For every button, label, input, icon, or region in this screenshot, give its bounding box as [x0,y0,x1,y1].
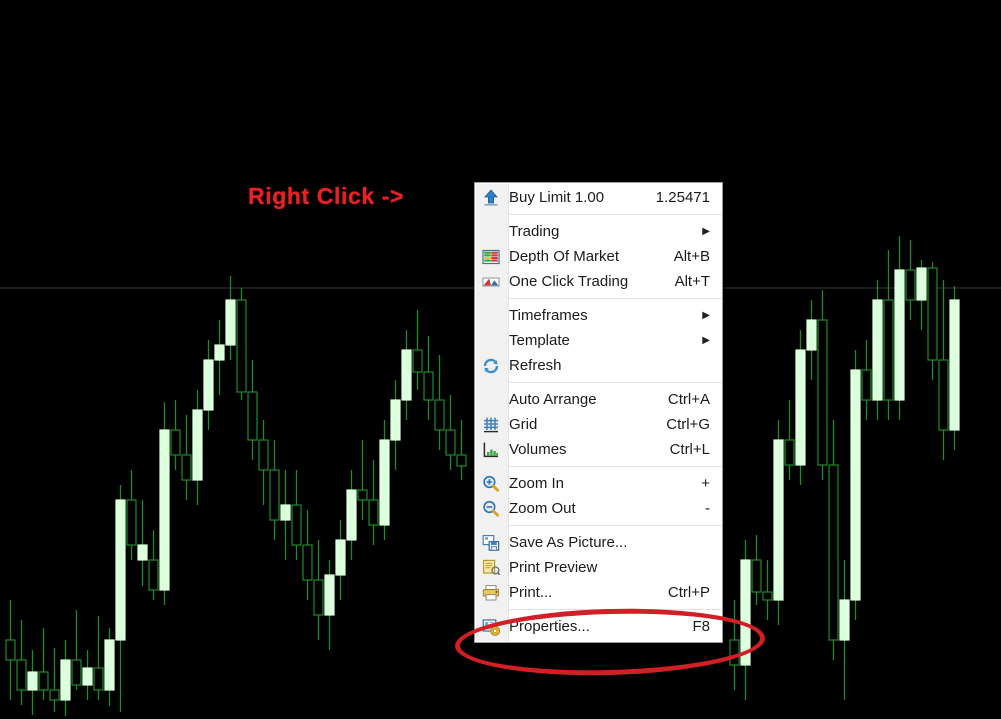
menu-item-label: Auto Arrange [509,391,597,408]
app-window: Right Click -> Buy Limit 1.00 1.25471 Trad… [0,0,1001,719]
submenu-chevron-right-icon: ▶ [702,334,710,346]
menu-item-zoom-in[interactable]: Zoom In + [475,471,722,496]
zoom-in-icon [481,474,501,494]
menu-item-accelerator: - [705,500,710,517]
menu-item-one-click-trading[interactable]: One Click Trading Alt+T [475,269,722,294]
one-click-trading-icon [481,272,501,292]
menu-item-trading[interactable]: Trading ▶ [475,219,722,244]
menu-item-properties[interactable]: Properties... F8 [475,614,722,639]
menu-item-depth-of-market[interactable]: Depth Of Market Alt+B [475,244,722,269]
menu-item-label: Depth Of Market [509,248,620,265]
menu-item-label: Template [509,332,570,349]
menu-item-grid[interactable]: Grid Ctrl+G [475,412,722,437]
menu-item-label: Save As Picture... [509,534,628,551]
zoom-out-icon [481,499,501,519]
menu-item-buy-limit-1-00[interactable]: Buy Limit 1.00 1.25471 [475,185,722,210]
menu-item-label: Volumes [509,441,567,458]
submenu-chevron-right-icon: ▶ [702,225,710,237]
right-click-annotation: Right Click -> [248,183,405,209]
menu-item-refresh[interactable]: Refresh [475,353,722,378]
properties-icon [481,617,501,637]
menu-items-container: Buy Limit 1.00 1.25471 Trading ▶ Depth Of Ma… [475,185,722,639]
menu-item-label: Refresh [509,357,562,374]
menu-item-timeframes[interactable]: Timeframes ▶ [475,303,722,328]
menu-item-save-as-picture[interactable]: Save As Picture... [475,530,722,555]
menu-separator [508,382,722,383]
menu-item-label: Zoom Out [509,500,576,517]
refresh-icon [481,356,501,376]
menu-item-label: Trading [509,223,560,240]
menu-separator [508,466,722,467]
menu-item-print-preview[interactable]: Print Preview [475,555,722,580]
menu-separator [508,525,722,526]
menu-item-label: Print Preview [509,559,598,576]
menu-item-label: Properties... [509,618,590,635]
menu-item-zoom-out[interactable]: Zoom Out - [475,496,722,521]
menu-item-template[interactable]: Template ▶ [475,328,722,353]
menu-item-label: Zoom In [509,475,565,492]
menu-item-print[interactable]: Print... Ctrl+P [475,580,722,605]
chart-context-menu[interactable]: Buy Limit 1.00 1.25471 Trading ▶ Depth Of Ma… [474,182,723,643]
menu-item-label: One Click Trading [509,273,629,290]
submenu-chevron-right-icon: ▶ [702,309,710,321]
volumes-icon [481,440,501,460]
menu-item-accelerator: Ctrl+A [667,391,710,408]
menu-item-accelerator: Ctrl+L [669,441,710,458]
save-as-picture-icon [481,533,501,553]
menu-item-label: Buy Limit 1.00 [509,189,605,206]
menu-separator [508,214,722,215]
print-icon [481,583,501,603]
menu-item-label: Print... [509,584,553,601]
menu-item-accelerator: F8 [692,618,710,635]
menu-item-accelerator: Alt+T [674,273,710,290]
menu-item-auto-arrange[interactable]: Auto Arrange Ctrl+A [475,387,722,412]
menu-item-accelerator: + [701,475,710,492]
menu-item-label: Grid [509,416,538,433]
menu-item-label: Timeframes [509,307,588,324]
menu-item-accelerator: Ctrl+G [666,416,710,433]
menu-item-accelerator: Alt+B [673,248,710,265]
grid-icon [481,415,501,435]
buy-limit-arrow-icon [481,188,501,208]
menu-item-accelerator: Ctrl+P [667,584,710,601]
menu-separator [508,609,722,610]
menu-item-accelerator: 1.25471 [655,189,710,206]
menu-separator [508,298,722,299]
print-preview-icon [481,558,501,578]
depth-of-market-icon [481,247,501,267]
menu-item-volumes[interactable]: Volumes Ctrl+L [475,437,722,462]
